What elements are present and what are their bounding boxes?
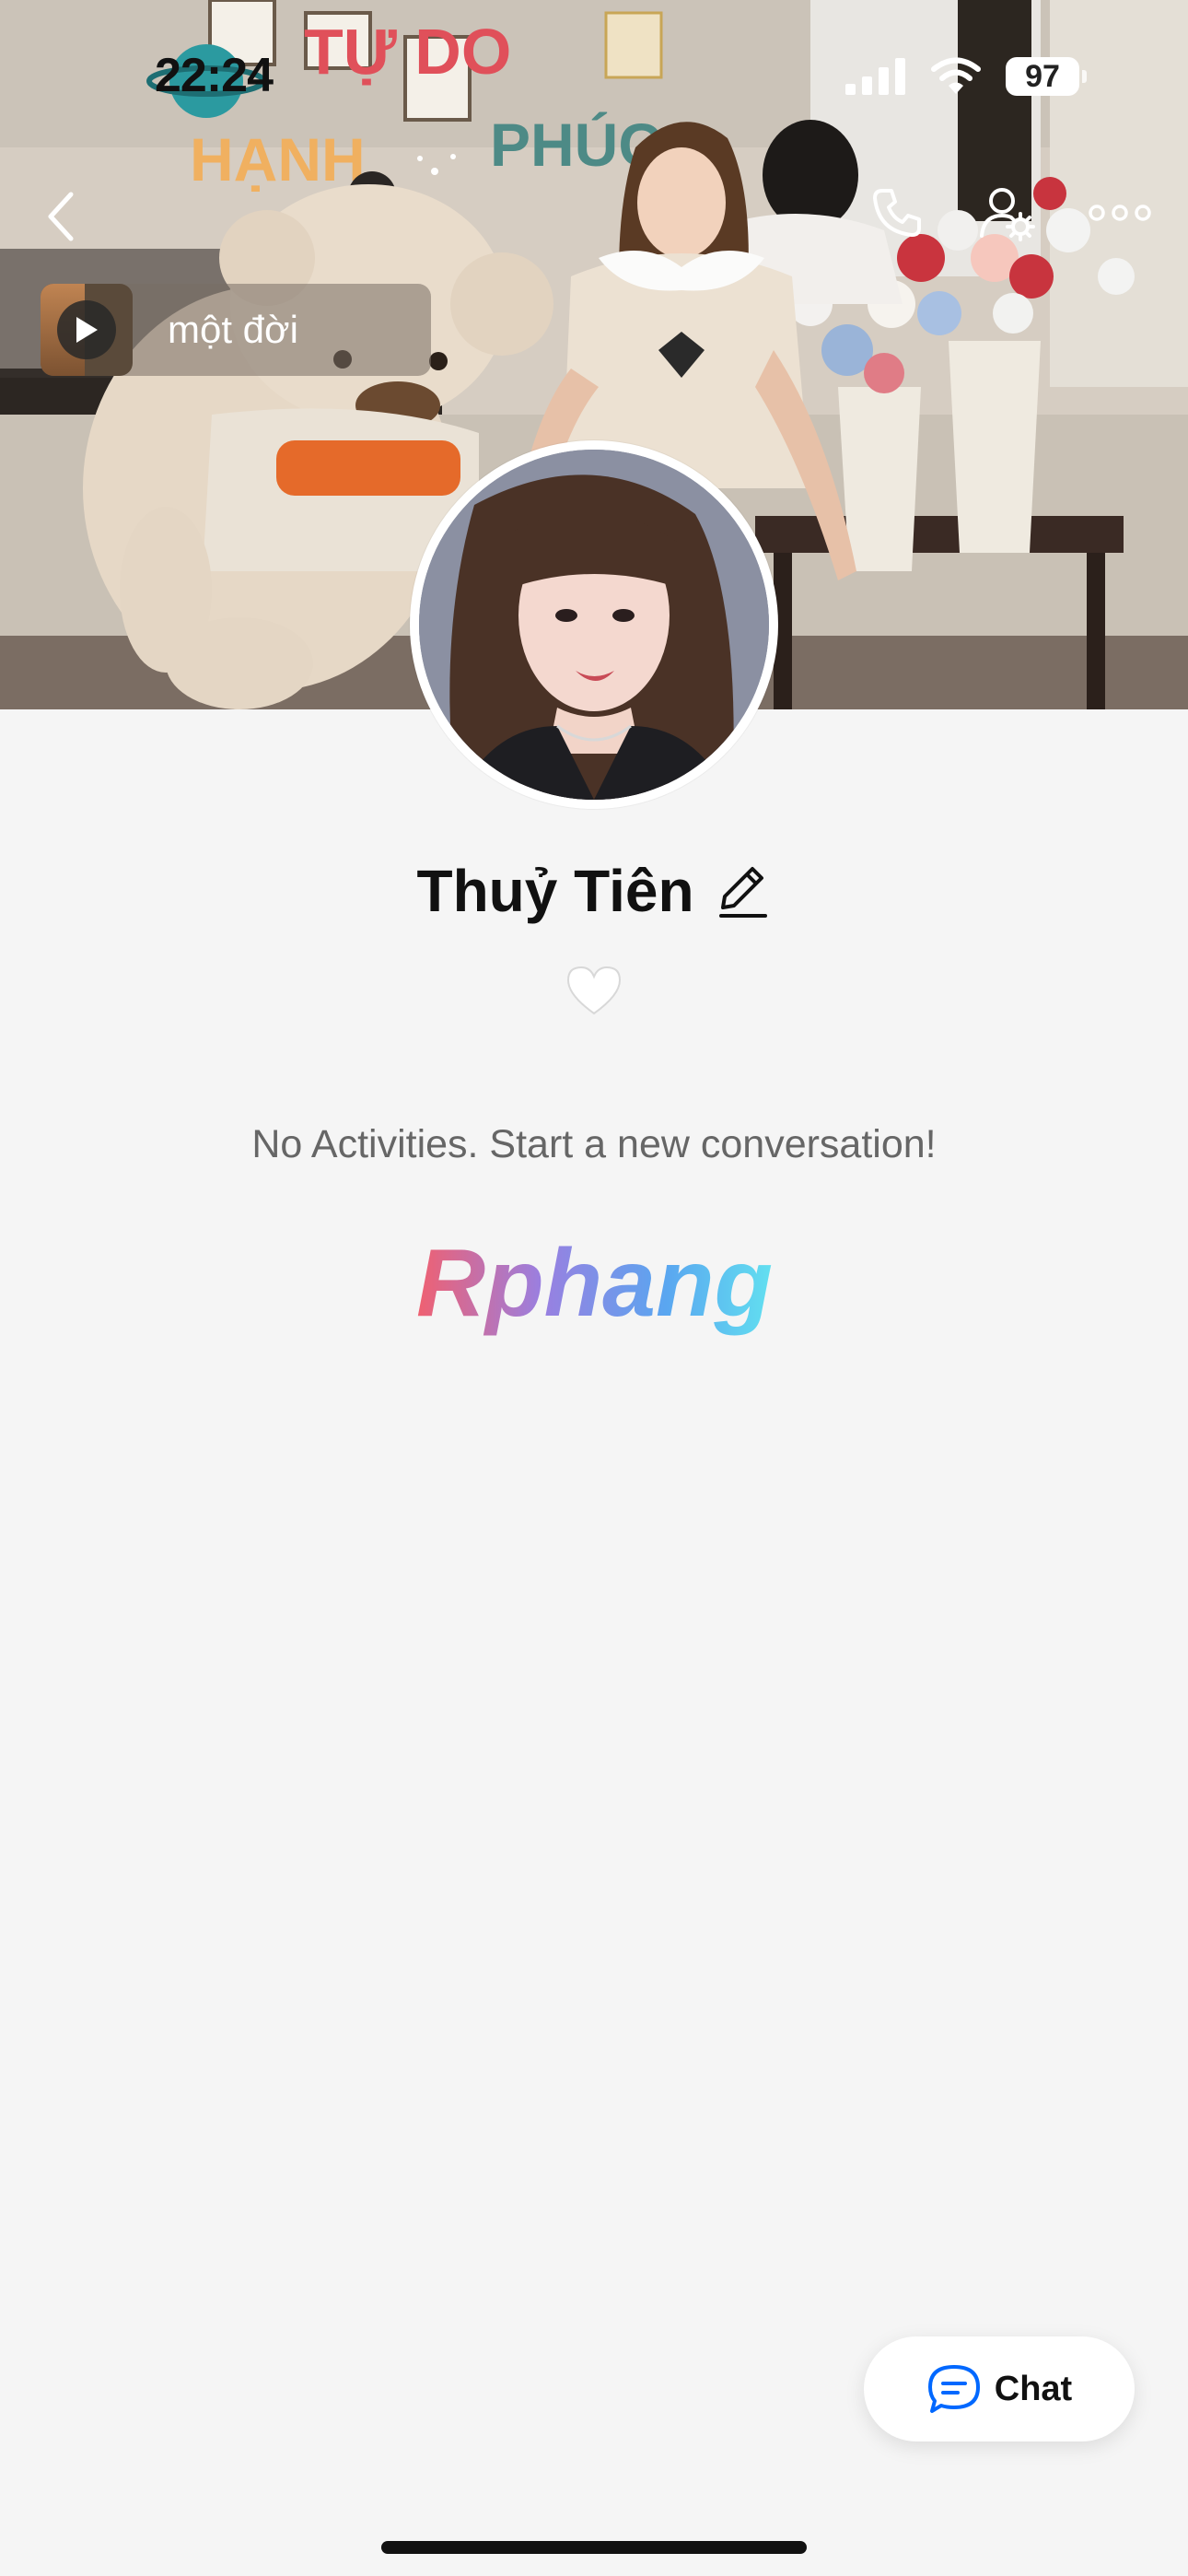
wall-sign-top: TỰ DO: [304, 16, 511, 88]
pencil-icon: [718, 867, 767, 918]
more-horizontal-icon: [1089, 205, 1151, 221]
watermark-logo: Rphang: [416, 1231, 773, 1337]
music-play-button[interactable]: [57, 300, 116, 359]
home-indicator[interactable]: [381, 2541, 807, 2554]
music-cover-art: [41, 284, 133, 376]
wall-sign-left: HẠNH: [190, 125, 366, 193]
top-actions: [869, 184, 1151, 241]
phone-icon: [873, 189, 921, 237]
chevron-left-icon: [48, 192, 74, 241]
watermark-text: Rphang: [416, 1231, 773, 1337]
chat-button[interactable]: Chat: [864, 2336, 1135, 2441]
edit-name-button[interactable]: [715, 862, 772, 919]
battery-level: 97: [1025, 58, 1060, 94]
chat-button-label: Chat: [994, 2369, 1073, 2408]
heart-icon: [566, 966, 622, 1015]
battery-indicator: 97: [1006, 57, 1087, 96]
avatar-photo: [419, 450, 769, 800]
user-gear-icon: [980, 188, 1035, 241]
profile-avatar[interactable]: [410, 440, 778, 809]
cellular-signal-icon: [845, 58, 905, 95]
wifi-icon: [931, 57, 981, 94]
like-heart[interactable]: [564, 960, 624, 1021]
back-button[interactable]: [33, 184, 88, 249]
chat-bubble-icon: [927, 2365, 980, 2413]
avatar-portrait: [419, 450, 769, 800]
call-button[interactable]: [869, 185, 925, 240]
empty-activity-message: No Activities. Start a new conversation!: [251, 1122, 937, 1166]
profile-settings-button[interactable]: [978, 184, 1035, 241]
profile-name-row: Thuỷ Tiên: [0, 857, 1188, 925]
status-time: 22:24: [155, 49, 274, 102]
status-icons: 97: [845, 57, 1087, 96]
profile-screen: TỰ DO HẠNH PHÚC 22:24 97 một đời Thuỷ Ti…: [0, 0, 1188, 2576]
profile-name: Thuỷ Tiên: [416, 858, 694, 924]
profile-music-player[interactable]: một đời: [41, 284, 431, 376]
play-icon: [76, 317, 98, 343]
more-options-button[interactable]: [1089, 204, 1151, 222]
music-title: một đời: [168, 308, 298, 351]
